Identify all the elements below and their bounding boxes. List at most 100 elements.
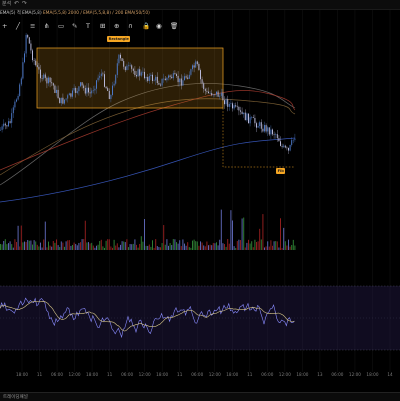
candle-body	[51, 82, 53, 84]
volume-bar	[30, 240, 32, 250]
candle-body	[174, 73, 176, 75]
redo-icon[interactable]: ↷	[22, 0, 27, 7]
candle-body	[54, 85, 56, 93]
candle-body	[49, 77, 51, 83]
volume-bar	[28, 240, 30, 250]
volume-bar	[116, 243, 118, 250]
volume-bar	[212, 242, 214, 250]
fib-badge[interactable]: Fib	[276, 168, 286, 174]
volume-bar	[99, 241, 101, 250]
candle-body	[129, 65, 131, 66]
volume-bar	[233, 246, 235, 250]
volume-bar	[206, 241, 208, 250]
time-tick-label: 18:00	[156, 372, 169, 377]
candle-body	[30, 43, 32, 51]
projection-line	[222, 108, 295, 168]
volume-bar	[12, 247, 14, 250]
volume-bar	[51, 246, 53, 250]
candle-body	[276, 134, 278, 139]
candle-body	[235, 105, 237, 107]
time-tick-label: 12:00	[138, 372, 151, 377]
volume-bar	[8, 243, 9, 250]
candle-body	[68, 93, 70, 96]
candle-body	[17, 95, 19, 100]
volume-bar	[201, 242, 203, 250]
time-tick-label: 06:00	[261, 372, 274, 377]
volume-bar	[144, 219, 145, 250]
volume-bar	[179, 240, 181, 250]
volume-bar	[211, 245, 213, 250]
candle-body	[44, 74, 46, 78]
time-tick-label: 18:00	[226, 372, 239, 377]
time-tick-label: 06:00	[331, 372, 344, 377]
volume-bars	[0, 209, 296, 250]
volume-bar	[9, 241, 11, 250]
volume-bar	[48, 241, 49, 250]
candle-body	[24, 53, 25, 63]
time-tick-label: 11	[177, 372, 183, 377]
candle-body	[27, 34, 29, 38]
candle-body	[60, 97, 62, 104]
volume-bar	[62, 242, 64, 250]
candle-body	[22, 62, 24, 79]
time-tick-label: 06:00	[191, 372, 204, 377]
volume-bar	[96, 245, 97, 250]
volume-bar	[216, 242, 217, 250]
volume-bar	[204, 246, 206, 250]
volume-bar	[105, 240, 107, 250]
candle-body	[214, 94, 216, 95]
candle-body	[56, 89, 57, 93]
volume-bar	[129, 244, 131, 250]
candle-body	[176, 74, 177, 76]
volume-bar	[27, 239, 29, 250]
volume-bar	[225, 246, 227, 250]
candle-body	[156, 76, 158, 84]
candle-body	[43, 74, 45, 79]
candle-body	[168, 75, 169, 78]
volume-bar	[41, 247, 43, 250]
candle-body	[198, 63, 200, 71]
candle-body	[211, 93, 213, 96]
volume-bar	[248, 239, 249, 250]
candle-body	[80, 82, 81, 87]
volume-bar	[136, 244, 137, 250]
analysis-menu[interactable]: 분석	[2, 0, 11, 7]
candle-body	[262, 128, 264, 132]
volume-bar	[284, 241, 286, 250]
candle-body	[99, 76, 101, 78]
volume-bar	[200, 241, 201, 250]
candle-body	[35, 60, 37, 66]
candle-body	[238, 106, 240, 111]
volume-bar	[153, 247, 155, 250]
candle-body	[209, 93, 211, 94]
candle-body	[284, 145, 286, 148]
candle-body	[8, 121, 9, 127]
volume-bar	[4, 239, 6, 250]
volume-bar	[131, 244, 133, 250]
candle-body	[132, 68, 134, 71]
volume-bar	[3, 241, 5, 250]
rectangle-badge[interactable]: Rectangle	[107, 36, 131, 42]
volume-bar	[158, 247, 160, 250]
price-chart[interactable]	[0, 10, 400, 372]
volume-bar	[188, 247, 190, 250]
candle-body	[187, 77, 189, 79]
candle-body	[33, 60, 35, 61]
candle-body	[260, 122, 262, 129]
candle-body	[78, 86, 80, 92]
trading-panel-tab[interactable]: 트레이딩패널	[3, 394, 28, 400]
candle-body	[185, 76, 187, 78]
candle-body	[243, 112, 245, 115]
volume-bar	[38, 246, 40, 250]
undo-icon[interactable]: ↶	[14, 0, 19, 7]
volume-bar	[139, 243, 141, 250]
time-tick-label: 06:00	[121, 372, 134, 377]
top-menubar: 분석 ↶ ↷	[0, 0, 400, 10]
candle-body	[166, 77, 168, 81]
volume-bar	[57, 245, 59, 250]
volume-bar	[265, 246, 267, 250]
candle-body	[118, 54, 120, 64]
candle-body	[184, 76, 185, 81]
volume-bar	[155, 239, 157, 250]
volume-bar	[107, 239, 109, 250]
